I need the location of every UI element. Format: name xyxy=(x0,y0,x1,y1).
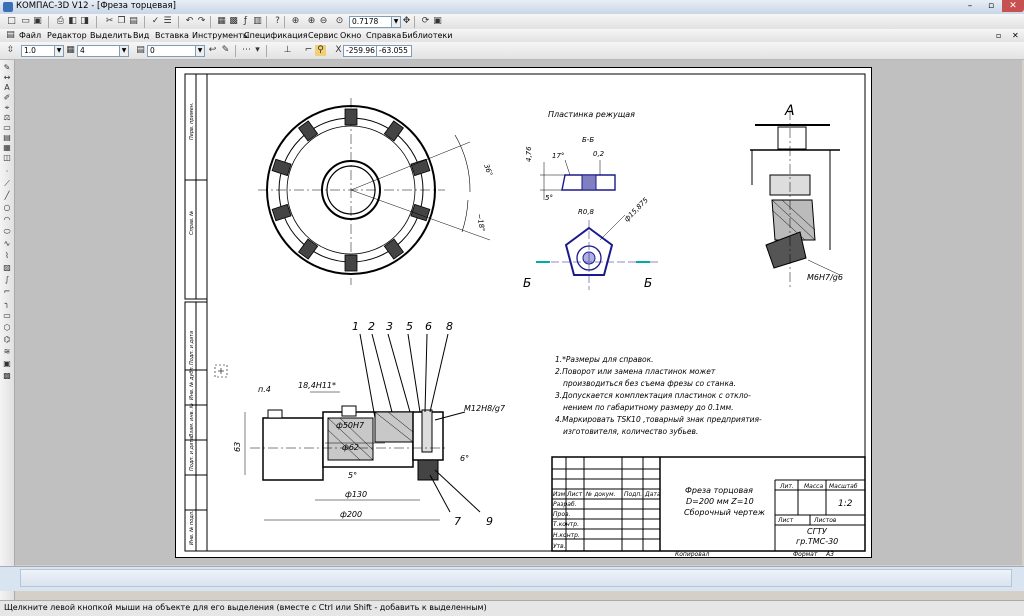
dim-63: 63 xyxy=(233,442,242,452)
dim-15875: ф15,875 xyxy=(623,196,651,224)
tb-format: Формат xyxy=(793,551,818,558)
dim-200: ф200 xyxy=(340,510,362,519)
cutter-tooth xyxy=(344,254,358,272)
tb-date: Дата xyxy=(644,491,661,498)
dim-p4: п.4 xyxy=(258,385,271,394)
thread-m12: M12H8/g7 xyxy=(464,404,506,413)
tb-name-3: Сборочный чертеж xyxy=(684,508,766,517)
note-2: производиться без съема фрезы со станка. xyxy=(563,379,736,388)
note-5: 4.Маркировать TSK10 ,товарный знак предп… xyxy=(555,415,762,424)
dim-18: ~18° xyxy=(475,213,486,232)
dim-02: 0,2 xyxy=(593,150,605,158)
section-marker-left: Б xyxy=(523,276,531,290)
crosshair-icon xyxy=(214,364,228,378)
side-label-0: Перв. примен. xyxy=(189,102,195,140)
side-label-4: Взам. инв. № xyxy=(189,403,195,437)
tb-docnum: № докум. xyxy=(585,491,616,498)
section-marker-right: Б xyxy=(644,276,652,290)
tb-scale: Масштаб xyxy=(829,483,858,490)
note-0: 1.*Размеры для справок. xyxy=(555,355,654,364)
cutter-tooth xyxy=(271,203,292,222)
leader-7: 7 xyxy=(454,515,461,528)
dim-476: 4,76 xyxy=(525,146,533,162)
tb-tcontrol: Т.контр. xyxy=(553,521,579,528)
dim-36: 36° xyxy=(482,163,494,177)
dim-5deg: 5° xyxy=(348,471,357,480)
tb-format-value: А3 xyxy=(825,551,834,558)
leader-1: 1 xyxy=(352,320,359,333)
cutter-tooth xyxy=(271,158,292,177)
cutter-top-view xyxy=(258,98,491,285)
side-label-5: Подп. и дата xyxy=(189,437,195,471)
side-label-3: Инв. № дубл. xyxy=(189,366,195,400)
view-a xyxy=(750,110,841,290)
dim-184: 18,4H11* xyxy=(298,381,336,390)
cutter-tooth xyxy=(344,108,358,126)
side-label-1: Справ. № xyxy=(189,211,195,235)
dim-17: 17° xyxy=(552,152,564,160)
tb-izm: Изм xyxy=(553,491,566,498)
tb-sheets: Листов xyxy=(813,517,837,524)
tb-org-1: СГТУ xyxy=(807,527,828,536)
tb-list: Лист xyxy=(566,491,583,498)
technical-notes: 1.*Размеры для справок. 2.Поворот или за… xyxy=(555,355,762,436)
cutter-tooth xyxy=(410,158,431,177)
dim-6deg: 6° xyxy=(460,454,469,463)
leader-8: 8 xyxy=(446,320,453,333)
tb-author: Разраб. xyxy=(553,501,577,508)
tb-checked: Пров. xyxy=(553,511,571,518)
fit-m6: M6H7/g6 xyxy=(807,273,843,282)
view-a-label: A xyxy=(784,103,795,119)
note-4: нением по габаритному размеру до 0.1мм. xyxy=(563,403,734,412)
side-label-6: Инв. № подл. xyxy=(189,511,195,546)
dim-62: ф62 xyxy=(342,443,359,452)
dim-r08: R0,8 xyxy=(578,208,595,216)
tb-name-1: Фреза торцовая xyxy=(685,486,753,495)
tb-name-2: D=200 мм Z=10 xyxy=(686,497,754,506)
note-3: 3.Допускается комплектация пластинок с о… xyxy=(555,391,751,400)
dim-50h7: ф50H7 xyxy=(336,421,365,430)
tb-mass: Масса xyxy=(804,483,823,490)
tb-copied: Копировал xyxy=(675,551,709,558)
tb-lit: Лит. xyxy=(779,483,794,490)
note-1: 2.Поворот или замена пластинок может xyxy=(555,367,716,376)
tb-sign: Подп. xyxy=(624,491,642,498)
tb-sheet: Лист xyxy=(777,517,794,524)
leader-3: 3 xyxy=(386,320,393,333)
status-hint: Щелкните левой кнопкой мыши на объекте д… xyxy=(4,603,487,612)
tb-ncontrol: Н.контр. xyxy=(553,532,580,539)
dim-5: 5° xyxy=(545,194,553,202)
note-6: изготовителя, количество зубьев. xyxy=(563,427,698,436)
leader-6: 6 xyxy=(425,320,432,333)
leader-5: 5 xyxy=(406,320,413,333)
section-label: Б-Б xyxy=(582,136,594,144)
tb-approved: Утв. xyxy=(553,543,566,550)
side-label-2: Подп. и дата xyxy=(189,331,195,365)
property-panel-field[interactable] xyxy=(20,569,1012,587)
tb-scale-value: 1:2 xyxy=(838,499,853,509)
blade-front xyxy=(536,214,660,290)
leader-2: 2 xyxy=(368,320,375,333)
tb-org-2: гр.ТМС-30 xyxy=(796,537,838,546)
leader-9: 9 xyxy=(486,515,493,528)
drawing-svg: Перв. примен. Справ. № Подп. и дата Инв.… xyxy=(184,73,866,558)
dim-130: ф130 xyxy=(345,490,367,499)
blade-title: Пластинка режущая xyxy=(548,110,635,119)
